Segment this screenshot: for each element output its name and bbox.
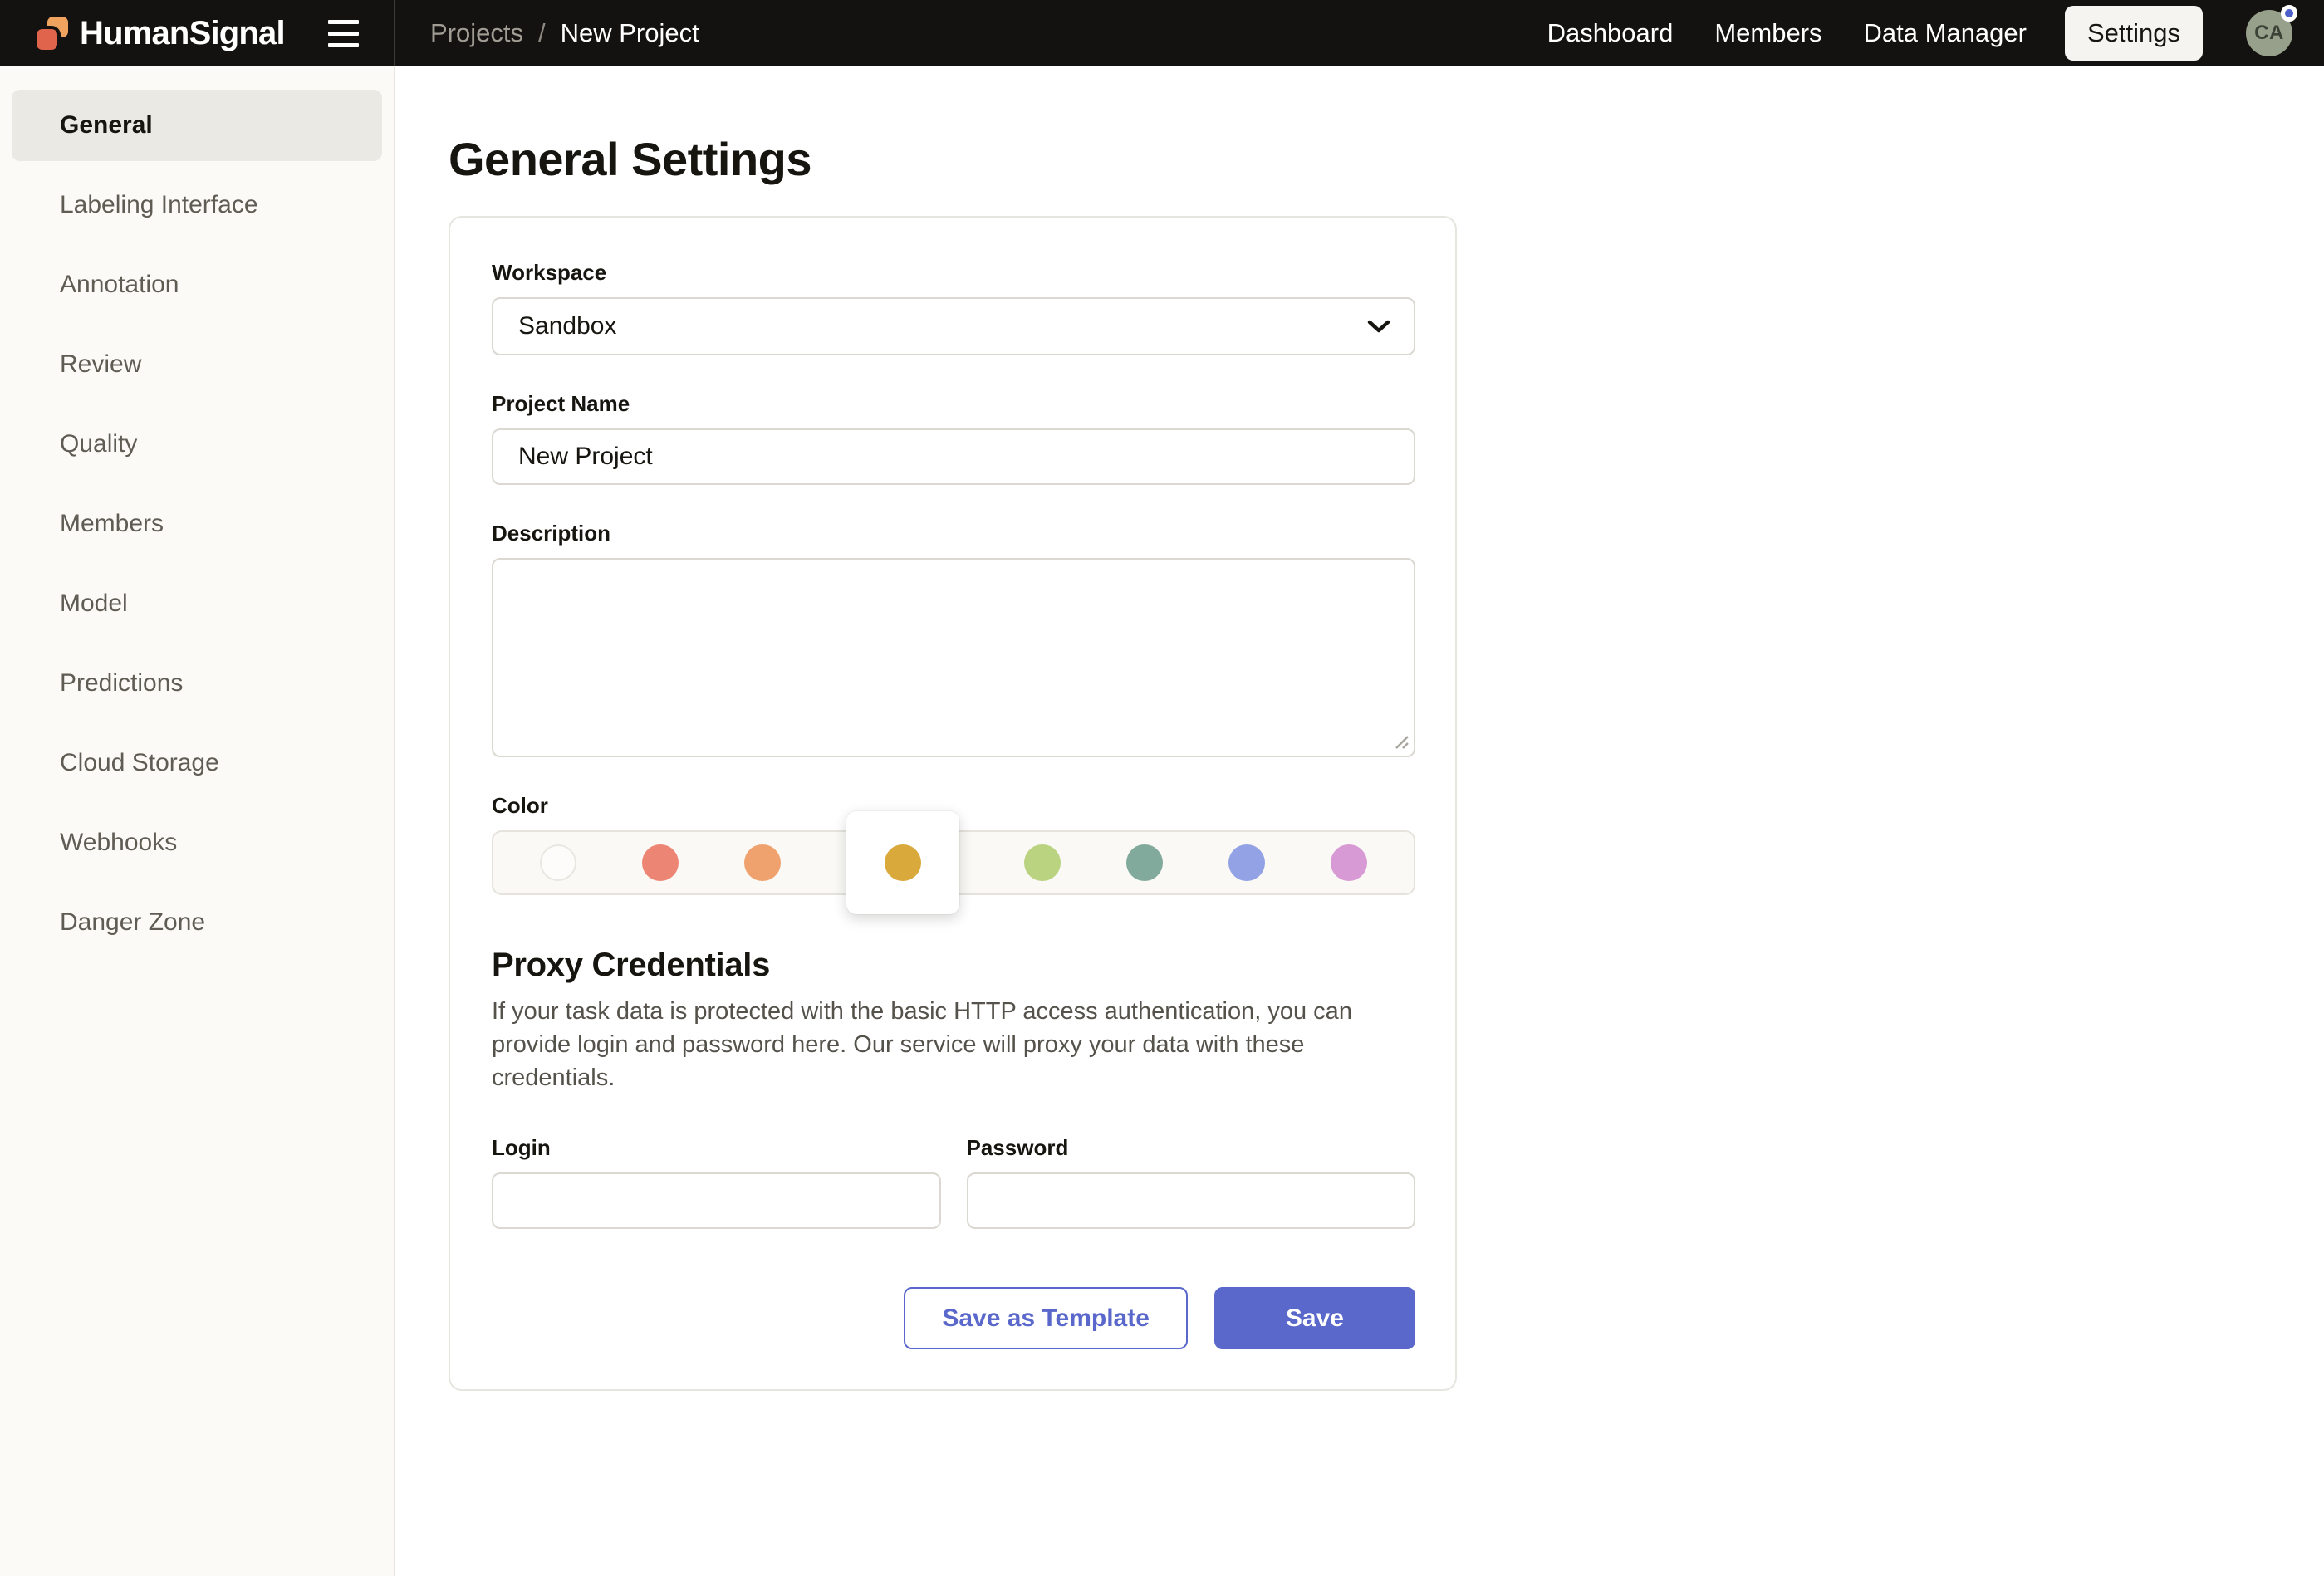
sidebar-item-members[interactable]: Members [12, 488, 382, 560]
sidebar-item-danger-zone[interactable]: Danger Zone [12, 887, 382, 958]
main-content: General Settings Workspace Sandbox Proje… [395, 66, 2324, 1576]
breadcrumb-separator: / [538, 18, 546, 48]
proxy-credentials-description: If your task data is protected with the … [492, 995, 1415, 1094]
sidebar-item-webhooks[interactable]: Webhooks [12, 807, 382, 879]
color-swatch-orchid[interactable] [1331, 844, 1367, 881]
login-label: Login [492, 1134, 941, 1161]
sidebar-item-model[interactable]: Model [12, 568, 382, 639]
app-root: HumanSignal Projects / New Project Dashb… [0, 0, 2324, 1576]
color-field: Color [492, 792, 1415, 895]
chevron-down-icon [1367, 320, 1390, 334]
password-field: Password [967, 1134, 1416, 1229]
breadcrumb-current-page: New Project [561, 18, 699, 48]
workspace-field: Workspace Sandbox [492, 259, 1415, 355]
topbar-brand-section: HumanSignal [0, 0, 395, 66]
user-avatar[interactable]: CA [2246, 10, 2292, 56]
topbar: HumanSignal Projects / New Project Dashb… [0, 0, 2324, 66]
color-swatch-green[interactable] [1024, 844, 1061, 881]
sidebar-item-cloud-storage[interactable]: Cloud Storage [12, 727, 382, 799]
selected-color-chip[interactable] [846, 811, 959, 914]
color-swatch-teal[interactable] [1126, 844, 1163, 881]
sidebar-item-predictions[interactable]: Predictions [12, 648, 382, 719]
sidebar-item-quality[interactable]: Quality [12, 409, 382, 480]
breadcrumb: Projects / New Project [430, 18, 699, 48]
password-label: Password [967, 1134, 1416, 1161]
sidebar-item-labeling-interface[interactable]: Labeling Interface [12, 169, 382, 241]
password-input[interactable] [967, 1172, 1416, 1229]
breadcrumb-projects-link[interactable]: Projects [430, 18, 523, 48]
online-status-dot [2281, 5, 2297, 22]
color-swatch-row [492, 830, 1415, 895]
color-swatch-white[interactable] [540, 844, 576, 881]
nav-item-data-manager[interactable]: Data Manager [1864, 18, 2027, 48]
login-field: Login [492, 1134, 941, 1229]
login-input[interactable] [492, 1172, 941, 1229]
workspace-label: Workspace [492, 259, 1415, 286]
nav-item-members[interactable]: Members [1714, 18, 1821, 48]
nav-item-dashboard[interactable]: Dashboard [1547, 18, 1674, 48]
humansignal-logo-icon [37, 17, 68, 50]
menu-icon[interactable] [326, 15, 360, 52]
project-name-input[interactable] [492, 428, 1415, 485]
sidebar-item-review[interactable]: Review [12, 329, 382, 400]
brand-home-link[interactable]: HumanSignal [37, 15, 285, 52]
description-label: Description [492, 520, 1415, 546]
nav-item-settings[interactable]: Settings [2065, 6, 2203, 61]
page-title: General Settings [449, 136, 2324, 183]
save-as-template-button[interactable]: Save as Template [904, 1287, 1188, 1349]
settings-sidebar: General Labeling Interface Annotation Revie… [0, 66, 395, 1576]
project-name-label: Project Name [492, 390, 1415, 417]
top-nav: Dashboard Members Data Manager Settings [1547, 6, 2203, 61]
workspace-selected-value: Sandbox [518, 312, 616, 340]
description-textarea[interactable] [492, 558, 1415, 757]
project-name-field: Project Name [492, 390, 1415, 485]
description-field: Description [492, 520, 1415, 757]
proxy-credentials-title: Proxy Credentials [492, 945, 1415, 985]
color-swatch-salmon[interactable] [642, 844, 679, 881]
sidebar-item-general[interactable]: General [12, 90, 382, 161]
color-swatch-gold[interactable] [885, 844, 921, 881]
general-settings-card: Workspace Sandbox Project Name Descripti… [449, 216, 1457, 1391]
sidebar-item-annotation[interactable]: Annotation [12, 249, 382, 321]
workspace-select[interactable]: Sandbox [492, 297, 1415, 355]
brand-name: HumanSignal [80, 15, 285, 52]
form-actions: Save as Template Save [492, 1287, 1415, 1349]
color-swatch-orange[interactable] [744, 844, 781, 881]
save-button[interactable]: Save [1214, 1287, 1415, 1349]
color-swatch-periwinkle[interactable] [1228, 844, 1265, 881]
